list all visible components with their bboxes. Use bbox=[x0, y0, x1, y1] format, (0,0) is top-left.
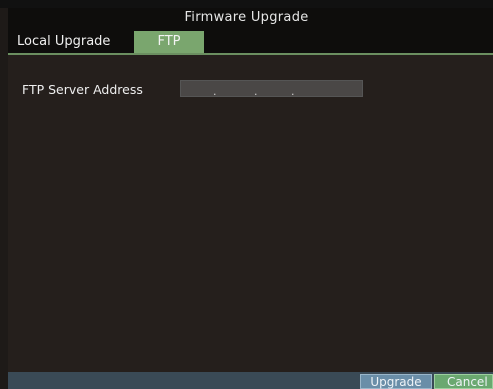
ftp-server-address-input[interactable]: . . . bbox=[180, 80, 363, 97]
ip-separator-1: . bbox=[213, 85, 217, 98]
content-panel bbox=[8, 55, 493, 372]
tab-ftp[interactable]: FTP bbox=[134, 31, 204, 53]
ftp-server-address-label: FTP Server Address bbox=[22, 82, 143, 97]
upgrade-button[interactable]: Upgrade bbox=[360, 374, 432, 389]
cancel-button[interactable]: Cancel bbox=[434, 374, 493, 389]
tab-local-upgrade[interactable]: Local Upgrade bbox=[9, 31, 127, 53]
ip-separator-2: . bbox=[254, 85, 258, 98]
ip-separator-3: . bbox=[291, 85, 295, 98]
firmware-upgrade-screen: Firmware Upgrade Local Upgrade FTP FTP S… bbox=[0, 0, 493, 389]
window-title: Firmware Upgrade bbox=[184, 10, 309, 25]
top-border bbox=[0, 0, 493, 8]
